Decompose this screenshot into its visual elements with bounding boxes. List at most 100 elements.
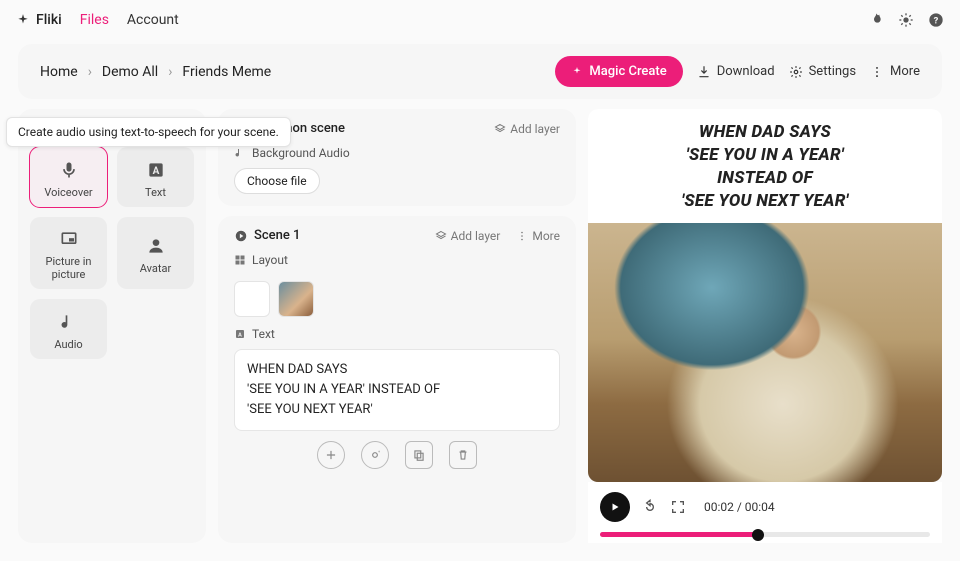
bg-audio-row: Background Audio bbox=[234, 146, 560, 160]
more-vertical-icon bbox=[516, 230, 528, 242]
layout-thumb-image[interactable] bbox=[278, 281, 314, 317]
theme-icon[interactable] bbox=[898, 12, 914, 28]
scene-add-layer[interactable]: Add layer bbox=[435, 229, 501, 243]
play-icon bbox=[609, 501, 621, 513]
delete-button[interactable] bbox=[449, 441, 477, 469]
pip-icon bbox=[59, 229, 79, 249]
add-scene-button[interactable] bbox=[317, 441, 345, 469]
chevron-right-icon: › bbox=[168, 64, 172, 80]
tool-text[interactable]: A Text bbox=[117, 147, 194, 207]
scene-1-card: Scene 1 Add layer More Layout bbox=[218, 216, 576, 543]
scene-1-title: Scene 1 bbox=[254, 228, 300, 243]
crumb-demo[interactable]: Demo All bbox=[102, 64, 158, 80]
bg-audio-label: Background Audio bbox=[252, 146, 350, 160]
music-note-icon bbox=[234, 147, 246, 159]
breadcrumb-bar: Home › Demo All › Friends Meme Magic Cre… bbox=[18, 44, 942, 99]
layout-thumbs bbox=[234, 281, 560, 317]
brand[interactable]: Fliki bbox=[16, 12, 62, 28]
copy-icon bbox=[412, 448, 426, 462]
download-icon bbox=[697, 65, 711, 79]
regenerate-button[interactable] bbox=[361, 441, 389, 469]
play-button[interactable] bbox=[600, 492, 630, 522]
page-actions: Magic Create Download Settings More bbox=[555, 56, 920, 87]
preview-column: WHEN DAD SAYS 'SEE YOU IN A YEAR' INSTEA… bbox=[588, 109, 942, 543]
scene-add-layer-label: Add layer bbox=[451, 229, 501, 243]
layout-row: Layout bbox=[234, 253, 560, 267]
tool-avatar[interactable]: Avatar bbox=[117, 217, 194, 289]
main: Create audio using text-to-speech for yo… bbox=[0, 109, 960, 561]
brand-icon bbox=[16, 13, 30, 27]
fullscreen-button[interactable] bbox=[670, 499, 686, 515]
more-label: More bbox=[890, 64, 920, 79]
fire-icon[interactable] bbox=[868, 12, 884, 28]
duplicate-button[interactable] bbox=[405, 441, 433, 469]
fullscreen-icon bbox=[670, 499, 686, 515]
text-icon: A bbox=[234, 328, 246, 340]
layout-label: Layout bbox=[252, 253, 288, 267]
magic-create-label: Magic Create bbox=[589, 64, 666, 79]
download-label: Download bbox=[717, 64, 775, 79]
replay-icon bbox=[642, 499, 658, 515]
crumb-current: Friends Meme bbox=[182, 64, 271, 80]
tool-voiceover[interactable]: Voiceover bbox=[30, 147, 107, 207]
avatar-icon bbox=[146, 236, 166, 256]
sparkle-icon bbox=[571, 66, 583, 78]
help-icon[interactable]: ? bbox=[928, 12, 944, 28]
download-button[interactable]: Download bbox=[697, 64, 775, 79]
sparkle-plus-icon bbox=[368, 448, 382, 462]
chevron-right-icon: › bbox=[88, 64, 92, 80]
layout-icon bbox=[234, 254, 246, 266]
preview-panel: WHEN DAD SAYS 'SEE YOU IN A YEAR' INSTEA… bbox=[588, 109, 942, 482]
text-label: Text bbox=[252, 327, 275, 341]
tool-voiceover-label: Voiceover bbox=[44, 186, 92, 199]
preview-video-frame[interactable] bbox=[588, 223, 942, 482]
more-vertical-icon bbox=[870, 65, 884, 79]
tool-avatar-label: Avatar bbox=[140, 262, 171, 275]
settings-label: Settings bbox=[809, 64, 856, 79]
tool-text-label: Text bbox=[145, 186, 166, 199]
top-nav: Fliki Files Account ? bbox=[0, 0, 960, 40]
tool-audio-label: Audio bbox=[54, 338, 82, 351]
scene-text-input[interactable]: WHEN DAD SAYS 'SEE YOU IN A YEAR' INSTEA… bbox=[234, 349, 560, 431]
scene-tools bbox=[234, 441, 560, 469]
player-time: 00:02 / 00:04 bbox=[704, 500, 775, 514]
brand-label: Fliki bbox=[36, 12, 62, 28]
seek-bar[interactable] bbox=[600, 532, 930, 537]
scene-more[interactable]: More bbox=[516, 229, 560, 243]
svg-text:A: A bbox=[152, 166, 159, 177]
scene-column: Common scene Add layer Background Audio … bbox=[218, 109, 576, 543]
nav-links: Files Account bbox=[80, 12, 179, 28]
trash-icon bbox=[456, 448, 470, 462]
tool-pip[interactable]: Picture in picture bbox=[30, 217, 107, 289]
scene-more-label: More bbox=[532, 229, 560, 243]
player-controls: 00:02 / 00:04 bbox=[588, 482, 942, 543]
microphone-icon bbox=[59, 160, 79, 180]
more-button[interactable]: More bbox=[870, 64, 920, 79]
gear-icon bbox=[789, 65, 803, 79]
seek-knob[interactable] bbox=[752, 529, 764, 541]
svg-text:A: A bbox=[238, 333, 242, 339]
text-icon: A bbox=[146, 160, 166, 180]
svg-text:?: ? bbox=[934, 15, 939, 26]
play-circle-icon[interactable] bbox=[234, 229, 248, 243]
plus-icon bbox=[324, 448, 338, 462]
layers-icon bbox=[435, 230, 447, 242]
seek-fill bbox=[600, 532, 758, 537]
text-row: A Text bbox=[234, 327, 560, 341]
nav-files[interactable]: Files bbox=[80, 12, 109, 28]
common-add-layer-label: Add layer bbox=[510, 122, 560, 136]
crumb-home[interactable]: Home bbox=[40, 64, 78, 80]
choose-file-button[interactable]: Choose file bbox=[234, 168, 320, 194]
common-add-layer[interactable]: Add layer bbox=[494, 122, 560, 136]
replay-button[interactable] bbox=[642, 499, 658, 515]
music-note-icon bbox=[59, 312, 79, 332]
magic-create-button[interactable]: Magic Create bbox=[555, 56, 682, 87]
nav-account[interactable]: Account bbox=[127, 12, 179, 28]
breadcrumb: Home › Demo All › Friends Meme bbox=[40, 64, 271, 80]
settings-button[interactable]: Settings bbox=[789, 64, 856, 79]
layers-icon bbox=[494, 123, 506, 135]
layout-thumb-blank[interactable] bbox=[234, 281, 270, 317]
voiceover-tooltip: Create audio using text-to-speech for yo… bbox=[6, 117, 291, 147]
tool-audio[interactable]: Audio bbox=[30, 299, 107, 359]
layer-tool-panel: Create audio using text-to-speech for yo… bbox=[18, 109, 206, 543]
